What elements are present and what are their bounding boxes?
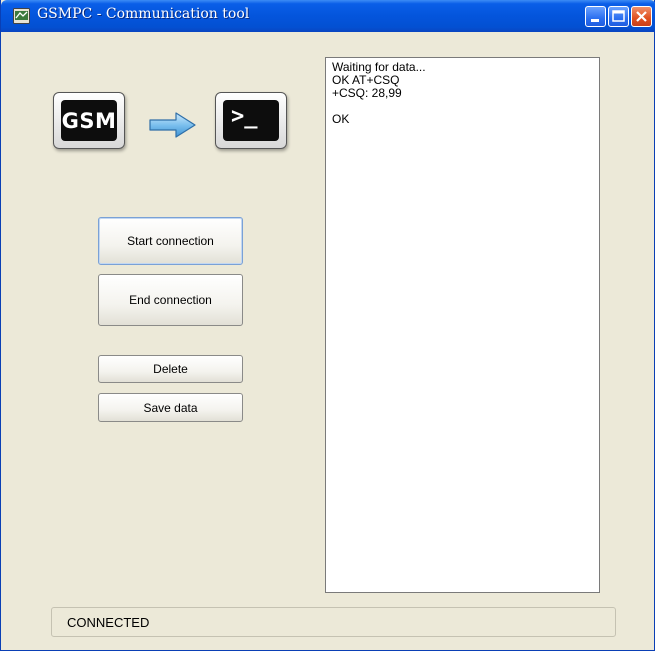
gsm-logo: GSM — [53, 92, 125, 149]
maximize-button[interactable] — [608, 6, 629, 27]
title-bar[interactable]: GSMPC - Communication tool — [1, 0, 655, 32]
terminal-icon: >_ — [231, 104, 258, 129]
end-connection-button[interactable]: End connection — [98, 274, 243, 326]
terminal-logo: >_ — [215, 92, 287, 149]
delete-button[interactable]: Delete — [98, 355, 243, 383]
output-line: +CSQ: 28,99 — [332, 86, 402, 100]
maximize-icon — [612, 10, 625, 22]
main-window: GSMPC - Communication tool GSM >_ Start … — [0, 0, 655, 651]
right-arrow-icon — [149, 112, 196, 138]
minimize-button[interactable] — [585, 6, 606, 27]
output-line: OK — [332, 112, 350, 126]
gsm-logo-text: GSM — [61, 109, 117, 133]
output-textbox[interactable]: Waiting for data... OK AT+CSQ +CSQ: 28,9… — [325, 57, 600, 593]
status-bar: CONNECTED — [51, 607, 616, 637]
status-text: CONNECTED — [67, 615, 150, 630]
window-title: GSMPC - Communication tool — [37, 6, 250, 22]
minimize-icon — [591, 19, 599, 22]
close-icon — [636, 11, 647, 22]
save-data-button[interactable]: Save data — [98, 393, 243, 422]
close-button[interactable] — [631, 6, 652, 27]
start-connection-button[interactable]: Start connection — [98, 217, 243, 265]
app-icon — [13, 8, 30, 24]
